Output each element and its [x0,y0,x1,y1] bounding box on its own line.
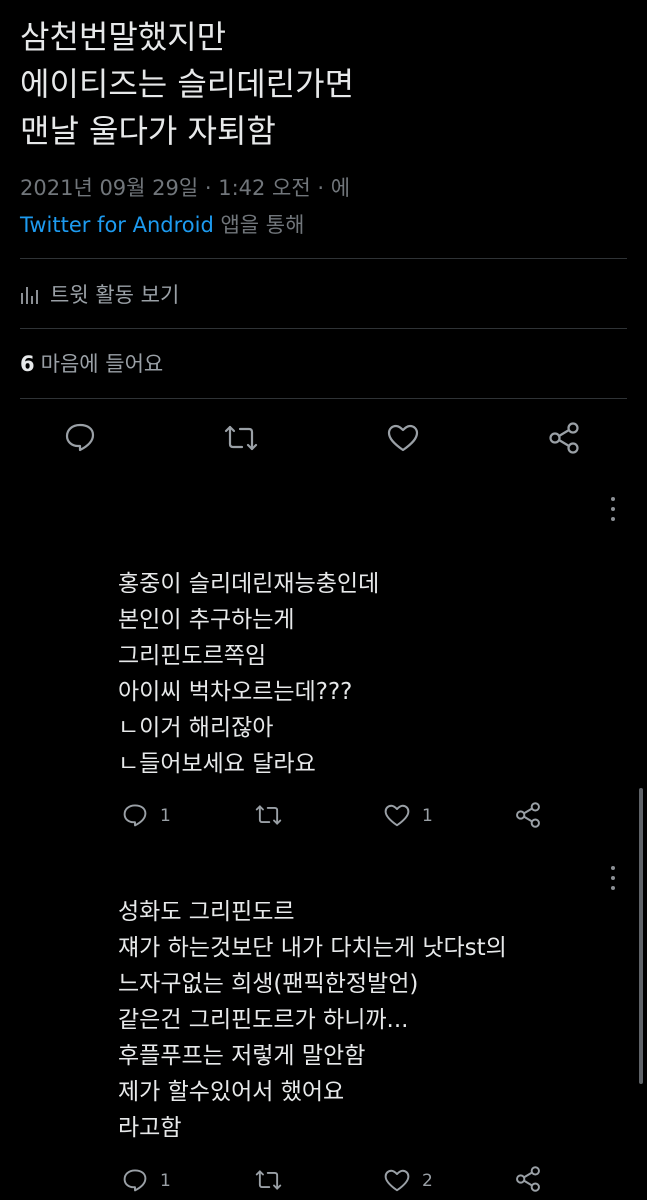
tweet-source: Twitter for Android 앱을 통해 [20,209,304,239]
reply-text-line: ㄴ들어보세요 달라요 [118,751,316,777]
divider [20,328,627,329]
reply-text-line: ㄴ이거 해리잖아 [118,715,274,741]
share-button[interactable] [515,802,541,828]
divider [20,398,627,399]
reply-text-line: 같은건 그리핀도르가 하니까... [118,1007,409,1033]
like-count: 1 [422,806,433,826]
tweet-text-line: 에이티즈는 슬리데린가면 [20,65,355,103]
reply-text-line: 쟤가 하는것보단 내가 다치는게 낫다st의 [118,935,507,961]
reply-count: 1 [160,806,171,826]
reply-text-line: 성화도 그리핀도르 [118,899,295,925]
like-count: 2 [422,1171,433,1191]
divider [20,258,627,259]
tweet-text: 삼천번말했지만 에이티즈는 슬리데린가면 맨날 울다가 자퇴함 [20,14,620,155]
source-app-link[interactable]: Twitter for Android [20,213,214,237]
reply-text-line: 아이씨 벅차오르는데??? [118,679,353,705]
share-button[interactable] [548,422,580,454]
retweet-icon [255,805,282,825]
like-button[interactable] [384,1169,410,1192]
scrollbar-thumb[interactable] [639,788,643,1084]
reply-bubble-icon [65,423,95,452]
reply-text-line: 느자구없는 희생(팬픽한정발언) [118,971,419,997]
reply-button[interactable] [122,1168,148,1192]
heart-icon [384,804,410,827]
reply-bubble-icon [123,1169,147,1192]
source-suffix: 앱을 통해 [213,213,305,237]
reply-count: 1 [160,1171,171,1191]
reply-text-line: 제가 할수있어서 했어요 [118,1079,345,1105]
more-vertical-icon[interactable] [608,497,618,521]
like-button[interactable] [384,804,410,827]
heart-icon [387,424,419,452]
share-icon [516,802,540,828]
tweet-activity-link[interactable]: 트윗 활동 보기 [20,279,179,309]
activity-label: 트윗 활동 보기 [50,283,180,307]
more-vertical-icon[interactable] [608,866,618,890]
tweet-timestamp[interactable]: 2021년 09월 29일 · 1:42 오전 · 에 [20,172,350,202]
share-icon [516,1166,540,1192]
reply-text: 성화도 그리핀도르 쟤가 하는것보단 내가 다치는게 낫다st의 느자구없는 희… [118,894,598,1146]
like-button[interactable] [387,424,419,452]
tweet-text-line: 맨날 울다가 자퇴함 [20,112,276,150]
reply-text-line: 후플푸프는 저렇게 말안함 [118,1043,366,1069]
bar-chart-icon [21,287,38,304]
likes-count: 6 [20,352,35,376]
retweet-icon [255,1170,282,1190]
retweet-button[interactable] [224,424,258,452]
reply-text-line: 본인이 추구하는게 [118,607,295,633]
reply-button[interactable] [64,422,96,452]
tweet-text-line: 삼천번말했지만 [20,18,227,56]
share-button[interactable] [515,1166,541,1192]
reply-text-line: 홍중이 슬리데린재능충인데 [118,571,380,597]
share-icon [549,422,579,454]
reply-text-line: 라고함 [118,1115,182,1141]
reply-button[interactable] [122,803,148,827]
likes-summary[interactable]: 6 마음에 들어요 [20,348,163,378]
retweet-icon [224,425,258,451]
retweet-button[interactable] [255,804,282,826]
reply-text-line: 그리핀도르쪽임 [118,643,267,669]
heart-icon [384,1169,410,1192]
reply-text: 홍중이 슬리데린재능충인데 본인이 추구하는게 그리핀도르쪽임 아이씨 벅차오르… [118,566,598,782]
reply-bubble-icon [123,804,147,827]
retweet-button[interactable] [255,1169,282,1191]
likes-label: 마음에 들어요 [40,352,164,376]
